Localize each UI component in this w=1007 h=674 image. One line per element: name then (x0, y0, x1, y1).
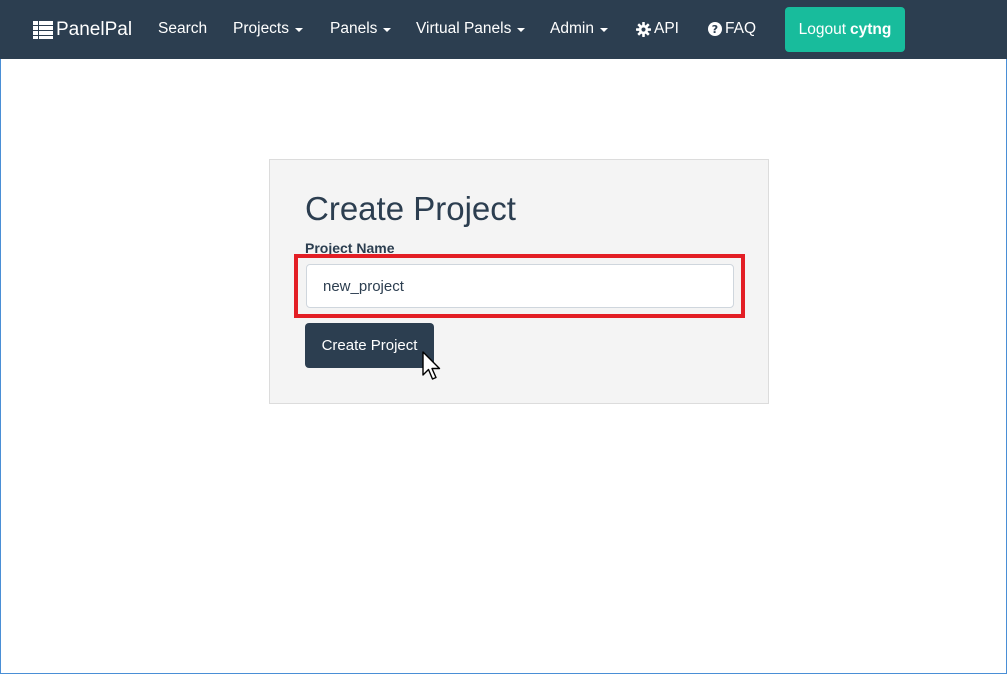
top-navbar: PanelPal Search Projects Panels Virtual … (0, 0, 1007, 59)
gear-icon (636, 21, 651, 37)
logout-username: cytng (850, 20, 892, 38)
nav-search[interactable]: Search (158, 20, 207, 38)
brand-name: PanelPal (56, 19, 133, 40)
nav-virtual-panels-dropdown[interactable]: Virtual Panels (416, 20, 526, 38)
caret-down-icon (383, 28, 392, 32)
nav-faq[interactable]: ? FAQ (708, 20, 756, 38)
caret-down-icon (295, 28, 303, 32)
table-list-icon (33, 21, 53, 39)
nav-api[interactable]: API (636, 20, 679, 38)
svg-text:?: ? (712, 23, 718, 36)
page-title: Create Project (305, 190, 516, 227)
caret-down-icon (517, 28, 526, 32)
question-circle-icon: ? (708, 22, 722, 36)
logout-button[interactable]: Logout cytng (785, 7, 905, 52)
brand-link[interactable]: PanelPal (33, 19, 132, 41)
nav-panels-dropdown[interactable]: Panels (330, 20, 392, 38)
create-project-button[interactable]: Create Project (305, 323, 434, 368)
nav-admin-dropdown[interactable]: Admin (550, 20, 608, 38)
create-project-panel: Create Project Project Name Create Proje… (269, 159, 769, 404)
mouse-pointer-icon (422, 351, 441, 380)
nav-projects-dropdown[interactable]: Projects (233, 20, 303, 38)
project-name-input[interactable] (306, 264, 734, 308)
caret-down-icon (599, 28, 608, 32)
